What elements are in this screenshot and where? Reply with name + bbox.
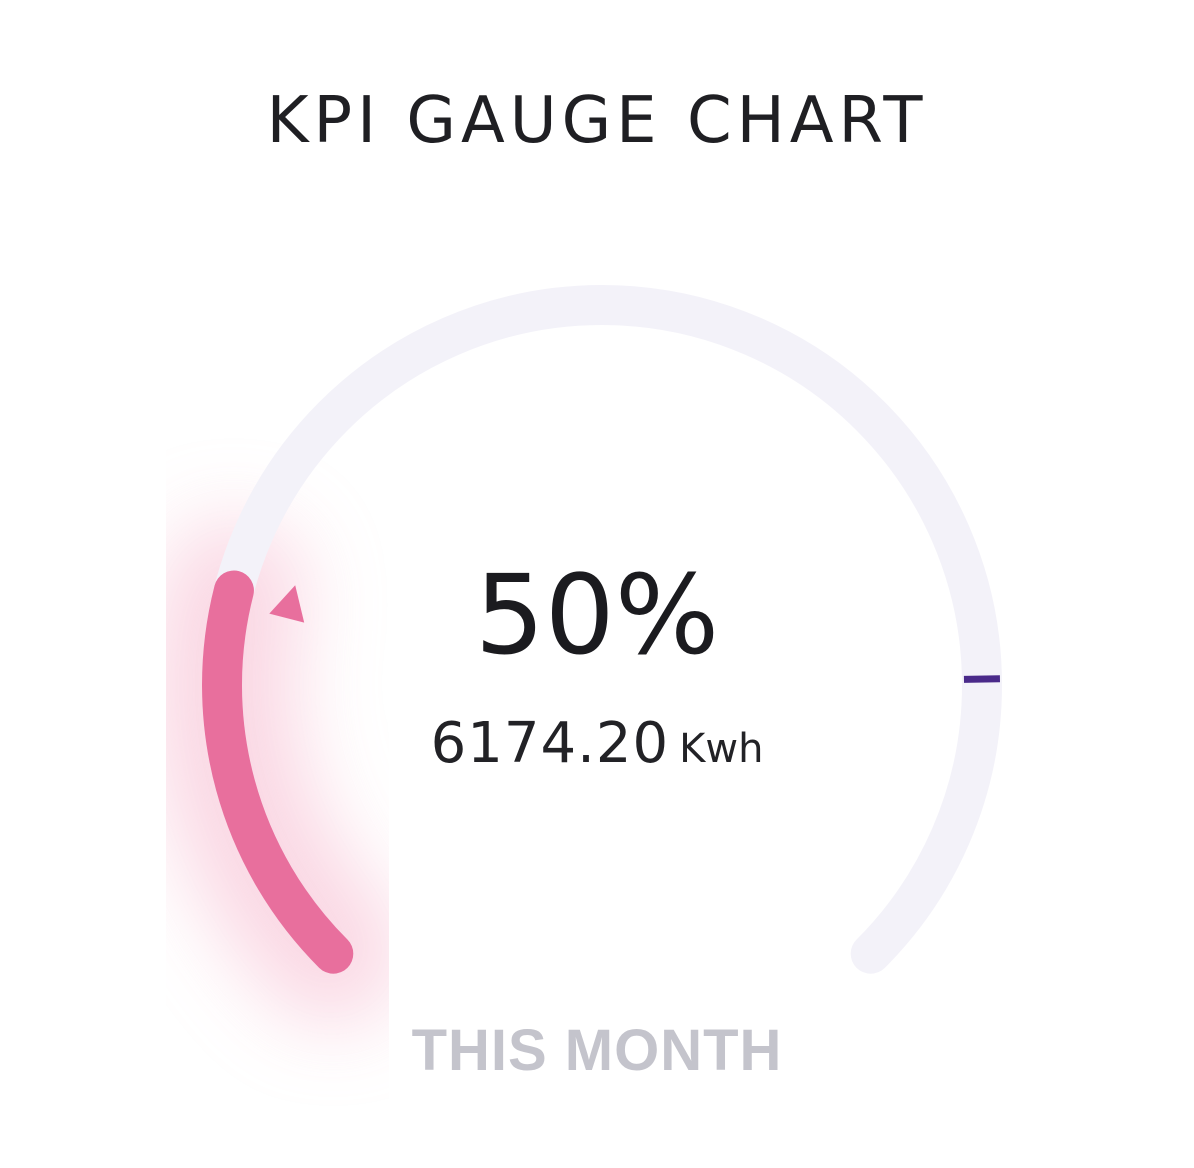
gauge-percent-label: 50% [474, 551, 720, 679]
gauge-value: 6174.20 [430, 711, 670, 776]
gauge-period-label: THIS MONTH [411, 1018, 783, 1083]
kpi-gauge-card: KPI GAUGE CHART 50% 6174.20 Kwh THIS MONT… [0, 0, 1194, 1168]
gauge-target-marker [963, 675, 1001, 683]
gauge-value-readout: 6174.20 Kwh [0, 716, 1194, 772]
gauge-unit: Kwh [679, 726, 764, 772]
